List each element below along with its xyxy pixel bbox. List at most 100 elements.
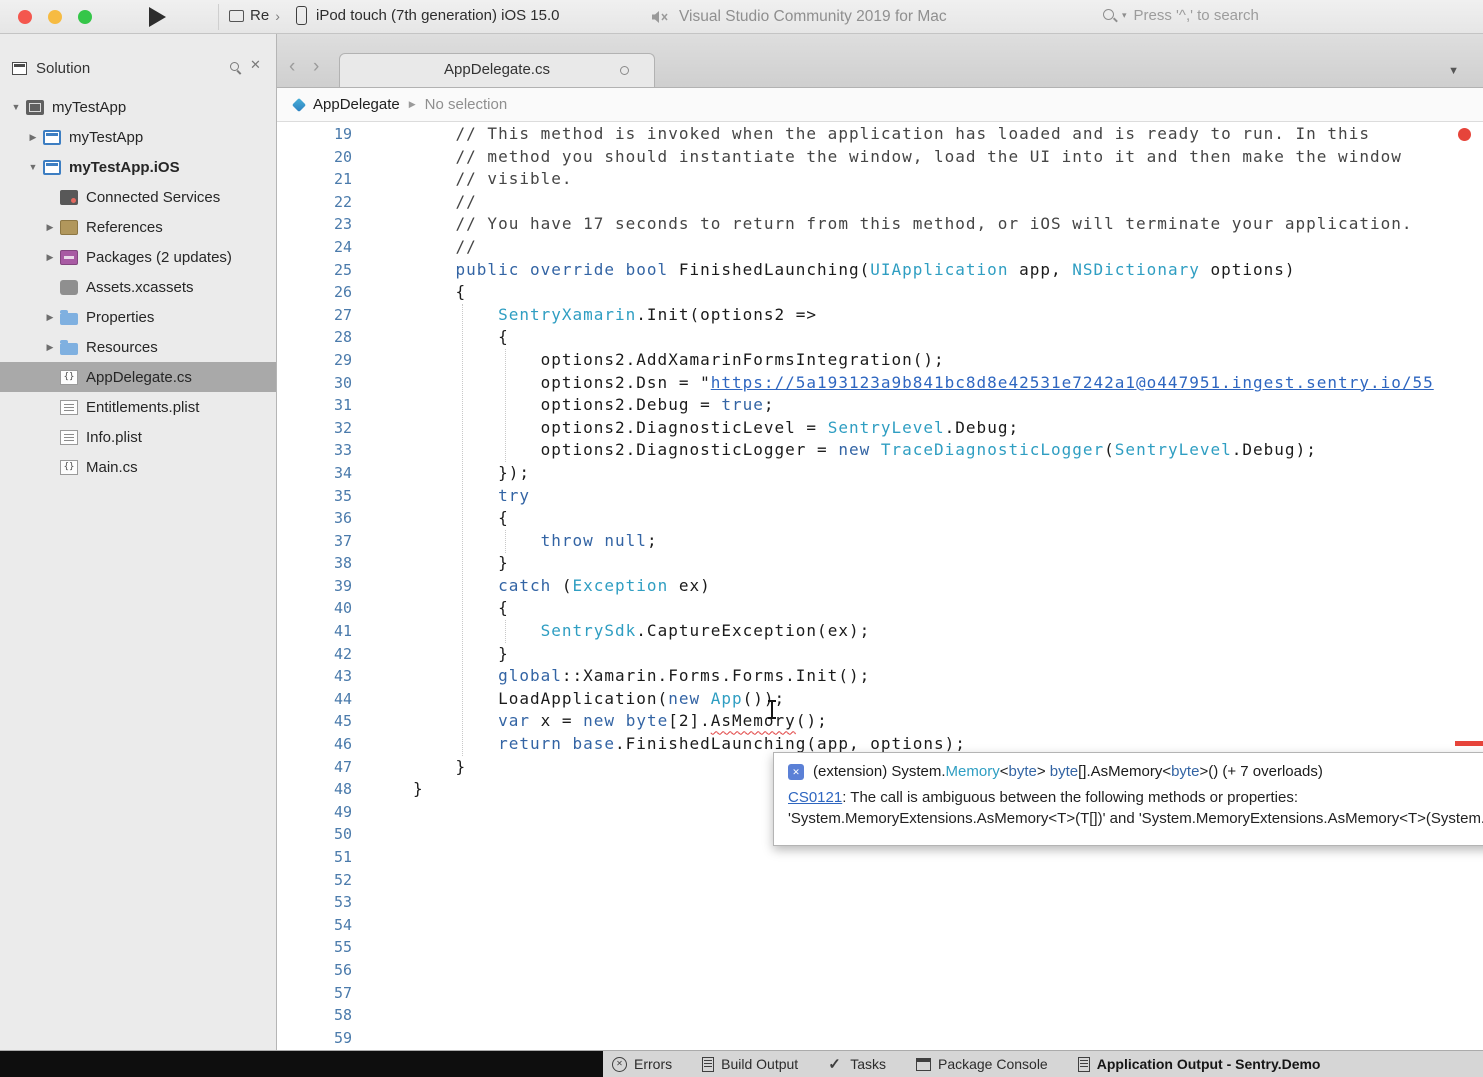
tree-item-entitlements-plist[interactable]: Entitlements.plist	[0, 392, 276, 422]
tree-item-packages-2-updates[interactable]: ▶ Packages (2 updates)	[0, 242, 276, 272]
breadcrumb-selection[interactable]: No selection	[425, 96, 508, 113]
run-button[interactable]	[149, 7, 166, 27]
statusbar-items: Errors Build Output Tasks Package Console Ap…	[612, 1051, 1320, 1077]
tree-item-properties[interactable]: ▶Properties	[0, 302, 276, 332]
code-token: new	[668, 689, 700, 708]
line-number: 23	[277, 213, 352, 236]
dsn-url-link[interactable]: https://5a193123a9b841bc8d8e42531e7242a1…	[711, 373, 1434, 392]
line-number: 22	[277, 191, 352, 214]
code-token: // You have 17 seconds to return from th…	[413, 214, 1412, 233]
line-number: 20	[277, 146, 352, 169]
plist-icon	[60, 400, 78, 415]
code-token: base	[573, 734, 616, 753]
disclosure-right-icon[interactable]: ▶	[42, 252, 58, 263]
tree-item-mytestapp[interactable]: ▼myTestApp	[0, 92, 276, 122]
csfile-icon	[60, 370, 78, 385]
tree-item-appdelegate-cs[interactable]: AppDelegate.cs	[0, 362, 276, 392]
text-cursor	[771, 701, 773, 718]
code-line-30: 30 options2.Dsn = "https://5a193123a9b84…	[277, 372, 1483, 395]
pad-button-package-console[interactable]: Package Console	[916, 1056, 1048, 1072]
tree-item-label: myTestApp	[69, 129, 143, 146]
folder-icon	[60, 343, 78, 355]
tab-list-chevron-down-icon[interactable]: ▼	[1448, 65, 1459, 77]
line-number: 24	[277, 236, 352, 259]
code-line-42: 42 }	[277, 643, 1483, 666]
navigate-forward-button[interactable]: ›	[313, 57, 319, 76]
code-token: //	[413, 237, 477, 256]
pin-pad-icon[interactable]	[230, 62, 242, 74]
line-text: //	[413, 236, 477, 259]
line-number: 41	[277, 620, 352, 643]
tab-state-circle-icon[interactable]	[620, 66, 629, 75]
navigate-back-button[interactable]: ‹	[289, 57, 295, 76]
code-token: options2.DiagnosticLogger =	[413, 440, 838, 459]
tree-item-connected-services[interactable]: Connected Services	[0, 182, 276, 212]
code-editor[interactable]: 19 // This method is invoked when the ap…	[277, 122, 1483, 1050]
zoom-window-button[interactable]	[78, 10, 92, 24]
tree-item-label: Resources	[86, 339, 158, 356]
build-configuration-selector[interactable]: Re ›	[229, 7, 280, 24]
code-token: LoadApplication(	[413, 689, 668, 708]
line-text: public override bool FinishedLaunching(U…	[413, 259, 1296, 282]
errors-icon	[612, 1057, 627, 1072]
code-token: global	[413, 666, 562, 685]
error-message-line2: 'System.MemoryExtensions.AsMemory<T>(T[]…	[788, 810, 1483, 827]
pad-button-tasks[interactable]: Tasks	[828, 1056, 886, 1072]
line-text: // visible.	[413, 168, 573, 191]
line-number: 42	[277, 643, 352, 666]
search-field[interactable]: ▾ Press '^,' to search	[1102, 7, 1259, 24]
tree-item-label: References	[86, 219, 163, 236]
line-number: 25	[277, 259, 352, 282]
line-text: });	[413, 462, 530, 485]
pad-button-label: Errors	[634, 1056, 672, 1072]
disclosure-down-icon[interactable]: ▼	[25, 162, 41, 172]
solution-tree: ▼myTestApp ▶ myTestApp ▼myTestApp.iOS Connec…	[0, 92, 276, 482]
code-token: //	[413, 192, 477, 211]
tree-item-resources[interactable]: ▶ Resources	[0, 332, 276, 362]
line-text: options2.Debug = true;	[413, 394, 775, 417]
tree-item-main-cs[interactable]: Main.cs	[0, 452, 276, 482]
tree-item-mytestapp-ios[interactable]: ▼myTestApp.iOS	[0, 152, 276, 182]
class-icon	[292, 97, 306, 111]
tree-item-references[interactable]: ▶ References	[0, 212, 276, 242]
disclosure-down-icon[interactable]: ▼	[8, 102, 24, 112]
tree-item-info-plist[interactable]: Info.plist	[0, 422, 276, 452]
disclosure-right-icon[interactable]: ▶	[42, 222, 58, 233]
error-code-link[interactable]: CS0121	[788, 789, 842, 806]
code-token: UIApplication	[870, 260, 1008, 279]
breadcrumb-symbol[interactable]: AppDelegate	[313, 96, 400, 113]
close-window-button[interactable]	[18, 10, 32, 24]
line-number: 49	[277, 801, 352, 824]
console-icon	[916, 1058, 931, 1071]
line-text: }	[413, 643, 509, 666]
code-token: public override bool	[413, 260, 668, 279]
tooltip-signature: (extension) System.Memory<byte> byte[].A…	[813, 763, 1323, 780]
code-token: NSDictionary	[1072, 260, 1200, 279]
window-title: Visual Studio Community 2019 for Mac	[679, 8, 947, 26]
tab-appdelegate[interactable]: AppDelegate.cs	[339, 53, 655, 87]
device-selector[interactable]: iPod touch (7th generation) iOS 15.0	[296, 6, 560, 25]
pad-button-build-output[interactable]: Build Output	[702, 1056, 798, 1072]
disclosure-right-icon[interactable]: ▶	[42, 342, 58, 353]
code-token	[615, 711, 626, 730]
disclosure-right-icon[interactable]: ▶	[25, 132, 41, 143]
code-token: try	[413, 486, 530, 505]
line-number: 21	[277, 168, 352, 191]
minimize-window-button[interactable]	[48, 10, 62, 24]
close-pad-icon[interactable]: ✕	[250, 57, 261, 73]
statusbar-dark-region	[0, 1051, 603, 1077]
disclosure-right-icon[interactable]: ▶	[42, 312, 58, 323]
code-line-40: 40 {	[277, 597, 1483, 620]
line-number: 55	[277, 936, 352, 959]
code-token: options2.Debug =	[413, 395, 721, 414]
tree-item-assets-xcassets[interactable]: Assets.xcassets	[0, 272, 276, 302]
pad-button-errors[interactable]: Errors	[612, 1056, 672, 1072]
code-token: ex)	[668, 576, 711, 595]
tree-item-mytestapp[interactable]: ▶ myTestApp	[0, 122, 276, 152]
tree-item-label: Connected Services	[86, 189, 220, 206]
solution-pad-title: Solution	[36, 60, 90, 77]
check-icon	[828, 1057, 843, 1072]
tree-item-label: Packages (2 updates)	[86, 249, 232, 266]
code-token: App	[711, 689, 743, 708]
pad-button-application-output-sentry-demo[interactable]: Application Output - Sentry.Demo	[1078, 1056, 1321, 1072]
